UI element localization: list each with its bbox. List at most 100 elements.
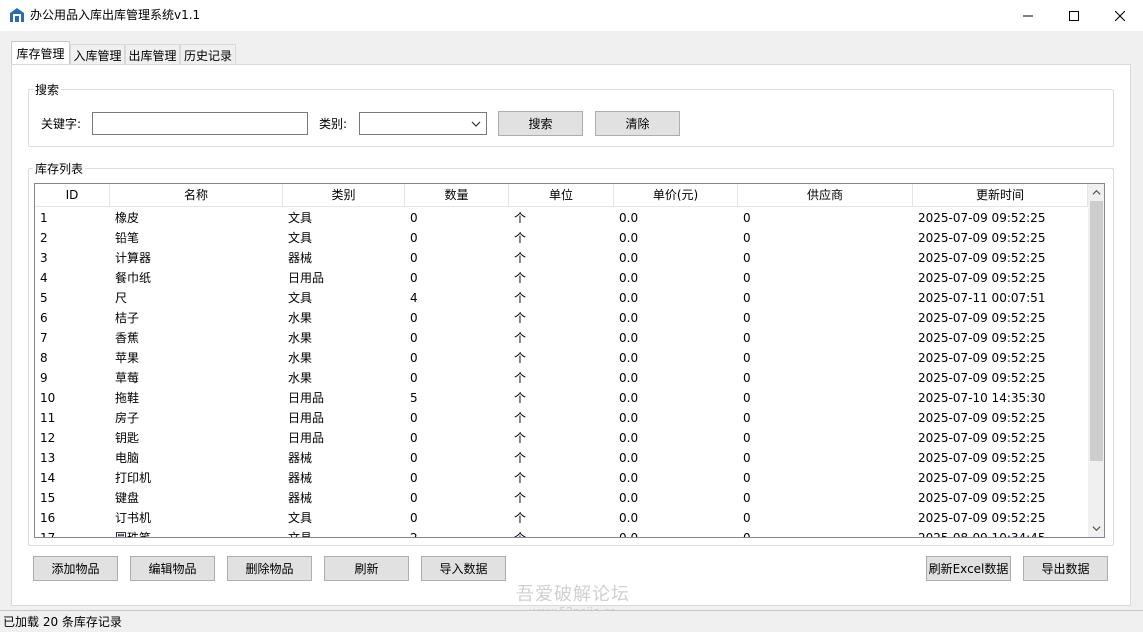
header-col-unit[interactable]: 单位 (509, 184, 614, 207)
cell-col-category: 器械 (288, 251, 313, 265)
vertical-scrollbar[interactable] (1088, 184, 1104, 537)
search-button[interactable]: 搜索 (498, 111, 583, 136)
header-col-updated[interactable]: 更新时间 (913, 184, 1088, 207)
cell-col-id: 11 (40, 411, 56, 425)
table-row[interactable]: 1 橡皮 文具 0 个 0.0 0 2025-07-09 09:52:25 (35, 208, 1088, 228)
cell-col-unit: 个 (514, 231, 527, 245)
cell-col-unit: 个 (514, 531, 527, 538)
table-row[interactable]: 11 房子 日用品 0 个 0.0 0 2025-07-09 09:52:25 (35, 408, 1088, 428)
minimize-button[interactable] (1005, 0, 1051, 31)
cell-col-supplier: 0 (743, 251, 751, 265)
category-label: 类别: (319, 117, 348, 131)
cell-col-unit: 个 (514, 411, 527, 425)
scroll-down-button[interactable] (1088, 520, 1104, 537)
search-group-label: 搜索 (33, 81, 62, 98)
add-item-button[interactable]: 添加物品 (33, 556, 118, 581)
table-row[interactable]: 4 餐巾纸 日用品 0 个 0.0 0 2025-07-09 09:52:25 (35, 268, 1088, 288)
keyword-input-box (92, 112, 308, 135)
tab-history[interactable]: 历史记录 (180, 44, 236, 65)
cell-col-name: 香蕉 (115, 331, 140, 345)
keyword-input[interactable] (93, 113, 307, 134)
cell-col-category: 器械 (288, 471, 313, 485)
header-col-name[interactable]: 名称 (110, 184, 283, 207)
chevron-down-icon (471, 121, 481, 127)
cell-col-id: 8 (40, 351, 48, 365)
tab-stock-out[interactable]: 出库管理 (125, 44, 180, 65)
clear-button[interactable]: 清除 (595, 111, 680, 136)
cell-col-supplier: 0 (743, 411, 751, 425)
cell-col-category: 水果 (288, 371, 313, 385)
header-col-supplier[interactable]: 供应商 (738, 184, 913, 207)
cell-col-id: 1 (40, 211, 48, 225)
status-text: 已加载 20 条库存记录 (3, 615, 122, 629)
scroll-thumb[interactable] (1090, 201, 1103, 461)
cell-col-category: 文具 (288, 231, 313, 245)
cell-col-price: 0.0 (619, 271, 639, 285)
status-bar: 已加载 20 条库存记录 (0, 610, 1143, 632)
table-row[interactable]: 8 苹果 水果 0 个 0.0 0 2025-07-09 09:52:25 (35, 348, 1088, 368)
import-data-button[interactable]: 导入数据 (421, 556, 506, 581)
cell-col-name: 打印机 (115, 471, 152, 485)
table-row[interactable]: 13 电脑 器械 0 个 0.0 0 2025-07-09 09:52:25 (35, 448, 1088, 468)
cell-col-updated: 2025-07-09 09:52:25 (918, 471, 1046, 485)
header-col-quantity[interactable]: 数量 (405, 184, 509, 207)
table-row[interactable]: 6 桔子 水果 0 个 0.0 0 2025-07-09 09:52:25 (35, 308, 1088, 328)
scroll-up-button[interactable] (1088, 184, 1104, 201)
cell-col-category: 日用品 (288, 271, 325, 285)
cell-col-supplier: 0 (743, 451, 751, 465)
table-row[interactable]: 3 计算器 器械 0 个 0.0 0 2025-07-09 09:52:25 (35, 248, 1088, 268)
cell-col-updated: 2025-07-09 09:52:25 (918, 371, 1046, 385)
cell-col-name: 计算器 (115, 251, 152, 265)
cell-col-unit: 个 (514, 211, 527, 225)
category-select[interactable] (359, 112, 487, 135)
delete-item-button[interactable]: 删除物品 (227, 556, 312, 581)
edit-item-button[interactable]: 编辑物品 (130, 556, 215, 581)
cell-col-supplier: 0 (743, 431, 751, 445)
cell-col-unit: 个 (514, 491, 527, 505)
cell-col-unit: 个 (514, 431, 527, 445)
table-row[interactable]: 14 打印机 器械 0 个 0.0 0 2025-07-09 09:52:25 (35, 468, 1088, 488)
cell-col-name: 尺 (115, 291, 128, 305)
cell-col-price: 0.0 (619, 511, 639, 525)
app-window: 办公用品入库出库管理系统v1.1 库存管理 入库管理 出库管理 历史记录 搜索 … (0, 0, 1143, 632)
cell-col-unit: 个 (514, 371, 527, 385)
cell-col-quantity: 0 (410, 251, 418, 265)
table-row[interactable]: 2 铅笔 文具 0 个 0.0 0 2025-07-09 09:52:25 (35, 228, 1088, 248)
cell-col-id: 3 (40, 251, 48, 265)
cell-col-updated: 2025-07-09 09:52:25 (918, 231, 1046, 245)
window-title: 办公用品入库出库管理系统v1.1 (30, 8, 201, 22)
cell-col-name: 钥匙 (115, 431, 140, 445)
cell-col-price: 0.0 (619, 371, 639, 385)
close-button[interactable] (1097, 0, 1143, 31)
cell-col-updated: 2025-07-09 09:52:25 (918, 211, 1046, 225)
cell-col-quantity: 2 (410, 531, 418, 538)
cell-col-unit: 个 (514, 271, 527, 285)
table-row[interactable]: 10 拖鞋 日用品 5 个 0.0 0 2025-07-10 14:35:30 (35, 388, 1088, 408)
table-row[interactable]: 16 订书机 文具 0 个 0.0 0 2025-07-09 09:52:25 (35, 508, 1088, 528)
export-data-button[interactable]: 导出数据 (1023, 556, 1108, 581)
table-row[interactable]: 5 尺 文具 4 个 0.0 0 2025-07-11 00:07:51 (35, 288, 1088, 308)
cell-col-id: 10 (40, 391, 56, 405)
table-row[interactable]: 9 草莓 水果 0 个 0.0 0 2025-07-09 09:52:25 (35, 368, 1088, 388)
inventory-table[interactable]: ID 名称 类别 数量 单位 单价(元) 供应商 更新时间 1 橡皮 文具 0 个 0.0 0 2025-0… (34, 183, 1105, 538)
table-row[interactable]: 17 圆珠笔 文具 2 个 0.0 0 2025-08-09 10:34:45 (35, 528, 1088, 538)
cell-col-updated: 2025-07-09 09:52:25 (918, 331, 1046, 345)
cell-col-supplier: 0 (743, 391, 751, 405)
cell-col-price: 0.0 (619, 211, 639, 225)
refresh-button[interactable]: 刷新 (324, 556, 409, 581)
maximize-button[interactable] (1051, 0, 1097, 31)
tab-stock-in[interactable]: 入库管理 (70, 44, 125, 65)
header-col-category[interactable]: 类别 (283, 184, 405, 207)
refresh-excel-button[interactable]: 刷新Excel数据 (926, 556, 1011, 581)
cell-col-name: 桔子 (115, 311, 140, 325)
table-row[interactable]: 7 香蕉 水果 0 个 0.0 0 2025-07-09 09:52:25 (35, 328, 1088, 348)
cell-col-id: 9 (40, 371, 48, 385)
tab-inventory[interactable]: 库存管理 (11, 41, 70, 65)
app-building-icon (10, 8, 24, 22)
header-col-price[interactable]: 单价(元) (614, 184, 738, 207)
table-row[interactable]: 15 键盘 器械 0 个 0.0 0 2025-07-09 09:52:25 (35, 488, 1088, 508)
header-col-id[interactable]: ID (35, 184, 110, 207)
table-row[interactable]: 12 钥匙 日用品 0 个 0.0 0 2025-07-09 09:52:25 (35, 428, 1088, 448)
cell-col-id: 13 (40, 451, 56, 465)
table-header: ID 名称 类别 数量 单位 单价(元) 供应商 更新时间 (35, 184, 1088, 207)
